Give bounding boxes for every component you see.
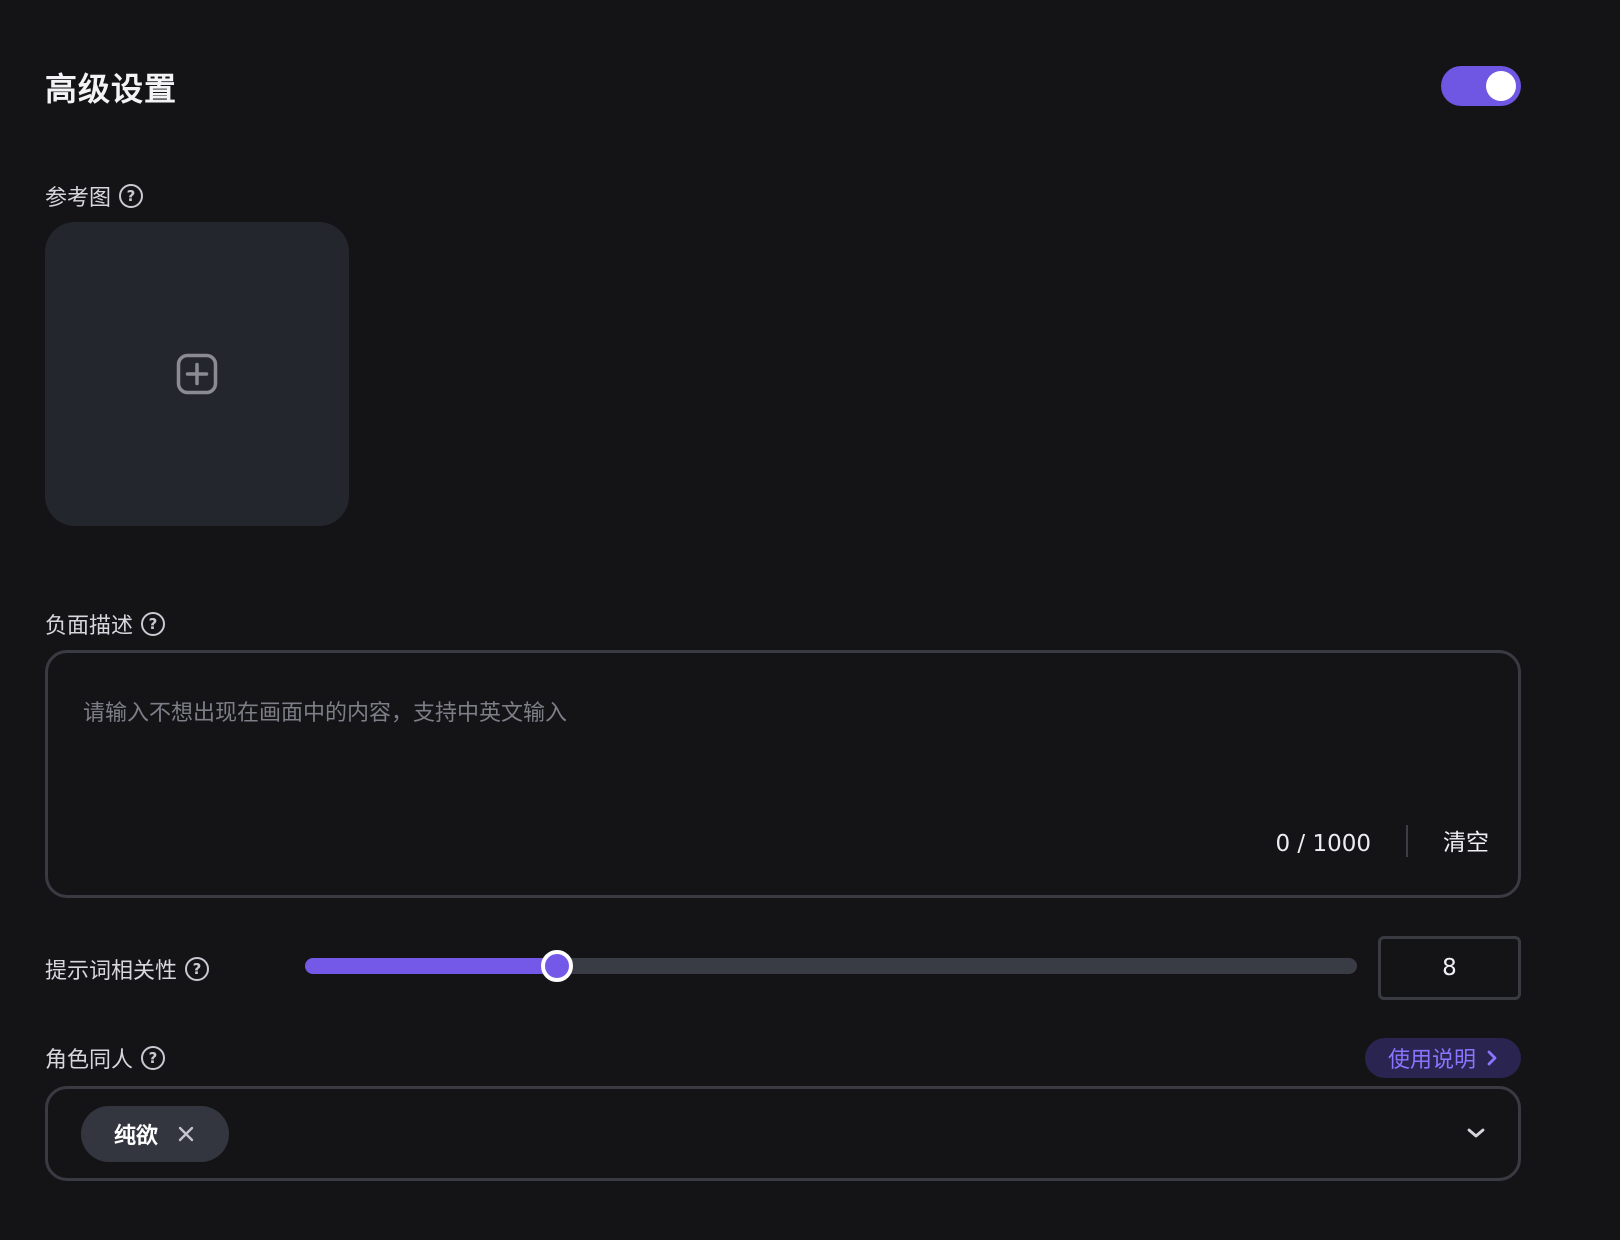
reference-image-label-row: 参考图 ?	[45, 180, 144, 212]
toggle-knob	[1486, 71, 1516, 101]
relevance-value-input[interactable]: 8	[1378, 936, 1521, 1000]
clear-button[interactable]: 清空	[1443, 823, 1489, 857]
usage-link-label: 使用说明	[1387, 1048, 1476, 1073]
negative-prompt-label-row: 负面描述 ?	[45, 608, 166, 640]
relevance-label-row: 提示词相关性 ?	[45, 953, 210, 985]
relevance-slider-track[interactable]	[305, 950, 1357, 982]
chevron-right-icon	[1487, 1050, 1497, 1066]
question-circle-icon[interactable]: ?	[119, 184, 144, 208]
close-icon[interactable]	[178, 1126, 194, 1142]
plus-square-icon	[176, 353, 218, 395]
question-circle-icon[interactable]: ?	[185, 957, 210, 981]
relevance-slider-thumb[interactable]	[541, 950, 573, 982]
tag-label: 纯欲	[114, 1124, 159, 1149]
negative-prompt-textarea[interactable]: 请输入不想出现在画面中的内容，支持中英文输入 0 / 1000 清空	[45, 650, 1521, 898]
chevron-down-icon[interactable]	[1462, 1119, 1490, 1147]
advanced-settings-toggle[interactable]	[1441, 66, 1521, 106]
relevance-label: 提示词相关性	[45, 959, 178, 984]
advanced-settings-panel: 高级设置 参考图 ? 负面描述 ? 请输入不想出现在画面中的内容，支持中英文输入…	[0, 0, 1620, 1240]
character-label-row: 角色同人 ?	[45, 1042, 166, 1074]
negative-prompt-label: 负面描述	[45, 614, 134, 639]
reference-image-upload-button[interactable]	[45, 222, 349, 526]
negative-prompt-placeholder: 请输入不想出现在画面中的内容，支持中英文输入	[83, 701, 568, 726]
character-select[interactable]: 纯欲	[45, 1086, 1521, 1181]
usage-instructions-link[interactable]: 使用说明	[1365, 1038, 1521, 1078]
character-counter: 0 / 1000	[1275, 831, 1371, 857]
relevance-slider-fill	[305, 958, 557, 974]
page-title: 高级设置	[45, 70, 178, 108]
divider	[1406, 825, 1408, 857]
reference-image-label: 参考图	[45, 186, 112, 211]
question-circle-icon[interactable]: ?	[141, 1046, 166, 1070]
selected-tag: 纯欲	[81, 1106, 229, 1162]
question-circle-icon[interactable]: ?	[141, 612, 166, 636]
character-label: 角色同人	[45, 1048, 134, 1073]
